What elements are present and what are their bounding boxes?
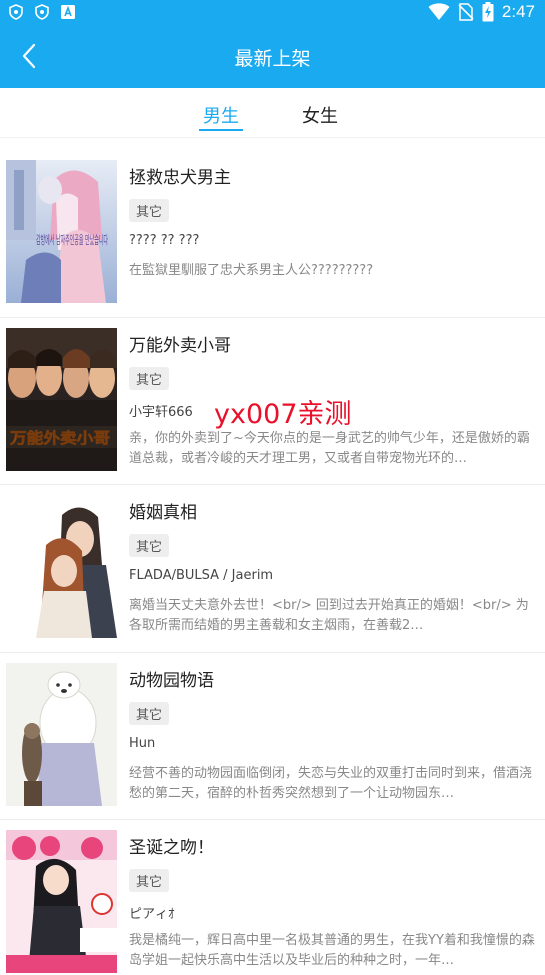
book-description: 离婚当天丈夫意外去世！<br/> 回到过去开始真正的婚姻！<br/> 为各取所需… [129, 598, 529, 633]
book-cover [6, 495, 117, 638]
cover-text: 万能外卖小哥 [9, 429, 110, 447]
wifi-icon [428, 3, 450, 21]
genre-tag: 其它 [129, 534, 170, 557]
list-item[interactable]: 圣诞之吻！ 其它 ピアィｵ 我是橘纯一，辉日高中里一名极其普通的男生，在我YY着… [0, 820, 545, 975]
book-cover: 万能外卖小哥 [6, 327, 117, 471]
book-author: ピアィｵ [129, 907, 175, 922]
book-author: ???? ?? ??? [129, 233, 200, 248]
list-item[interactable]: 动物园物语 其它 Hun 经营不善的动物园面临倒闭，失恋与失业的双重打击同时到来… [0, 653, 545, 820]
book-title: 婚姻真相 [129, 503, 197, 523]
list-item[interactable]: 婚姻真相 其它 FLADA/BULSA / Jaerim 离婚当天丈夫意外去世！… [0, 485, 545, 653]
book-cover [6, 830, 117, 973]
clock: 2:47 [501, 2, 535, 21]
genre-tag: 其它 [129, 869, 170, 892]
book-list: 감방에서 남자주인공을 만났습니다 拯救忠犬男主 其它 ???? ?? ??? … [0, 150, 545, 975]
a-app-icon [61, 5, 75, 19]
book-title: 万能外卖小哥 [129, 335, 231, 356]
book-cover: 감방에서 남자주인공을 만났습니다 [6, 160, 117, 303]
tab-male[interactable]: 男生 [203, 102, 239, 128]
page-title: 最新上架 [234, 48, 311, 70]
genre-tag: 其它 [129, 366, 170, 390]
shield-icon [35, 4, 49, 20]
book-description: 在監獄里馴服了忠犬系男主人公????????? [129, 263, 374, 278]
book-description: 亲，你的外卖到了~今天你点的是一身武艺的帅气少年，还是傲娇的霸道总裁，或者冷峻的… [129, 430, 530, 466]
gender-tabs: 男生 女生 [0, 88, 545, 138]
genre-tag: 其它 [129, 701, 170, 725]
cover-text: 감방에서 남자주인공을 만났습니다 [36, 233, 108, 247]
book-description: 我是橘纯一，辉日高中里一名极其普通的男生，在我YY着和我憧憬的森岛学姐一起快乐高… [129, 933, 535, 968]
book-title: 动物园物语 [129, 670, 214, 691]
book-cover [6, 662, 117, 806]
genre-tag: 其它 [129, 199, 170, 222]
battery-charging-icon [482, 2, 494, 22]
book-description: 经营不善的动物园面临倒闭，失恋与失业的双重打击同时到来，借酒浇愁的第二天，宿醉的… [129, 765, 533, 801]
app-bar: 最新上架 [0, 26, 545, 88]
book-title: 拯救忠犬男主 [129, 168, 231, 188]
book-author: FLADA/BULSA / Jaerim [129, 568, 274, 583]
tab-female[interactable]: 女生 [302, 102, 338, 128]
book-author: Hun [129, 735, 156, 751]
list-item[interactable]: 감방에서 남자주인공을 만났습니다 拯救忠犬男主 其它 ???? ?? ??? … [0, 150, 545, 318]
watermark: yx007亲测 [214, 399, 352, 430]
book-title: 圣诞之吻！ [129, 838, 214, 858]
shield-icon [9, 4, 23, 20]
status-bar: 2:47 [0, 0, 545, 26]
active-tab-indicator [199, 129, 243, 131]
no-sim-icon [458, 3, 474, 21]
